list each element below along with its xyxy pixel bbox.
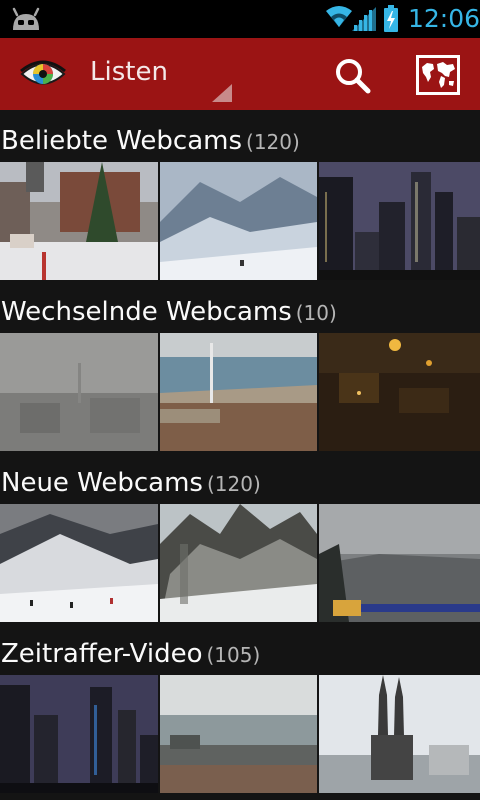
section-count: (10)	[295, 301, 337, 325]
section-count: (120)	[246, 130, 300, 154]
section-title: Neue Webcams	[1, 468, 203, 498]
section-title: Zeitraffer-Video	[1, 639, 203, 669]
list-title[interactable]: Listen	[90, 57, 168, 87]
section-popular-webcams: Beliebte Webcams (120)	[0, 110, 480, 280]
app-eye-logo-icon[interactable]	[20, 59, 66, 93]
section-header[interactable]: Beliebte Webcams (120)	[0, 110, 480, 162]
world-map-icon[interactable]	[416, 55, 460, 99]
section-header[interactable]: Zeitraffer-Video (105)	[0, 623, 480, 675]
webcam-thumbnail[interactable]	[319, 333, 480, 451]
wifi-icon	[326, 5, 352, 33]
webcam-thumbnail[interactable]	[160, 162, 317, 280]
section-count: (105)	[206, 643, 261, 667]
section-timelapse-video: Zeitraffer-Video (105)	[0, 623, 480, 793]
android-robot-icon	[10, 6, 42, 36]
section-changing-webcams: Wechselnde Webcams (10)	[0, 281, 480, 451]
webcam-thumbnail[interactable]	[0, 162, 158, 280]
dropdown-indicator-icon[interactable]	[212, 84, 232, 106]
battery-charging-icon	[383, 5, 399, 37]
section-title: Wechselnde Webcams	[1, 297, 292, 327]
webcam-thumbnail[interactable]	[319, 162, 480, 280]
webcam-thumbnail[interactable]	[0, 504, 158, 622]
webcam-thumbnail[interactable]	[319, 504, 480, 622]
section-count: (120)	[206, 472, 261, 496]
webcam-thumbnail[interactable]	[0, 333, 158, 451]
action-bar: Listen	[0, 38, 480, 110]
section-title: Beliebte Webcams	[1, 126, 243, 156]
status-clock: 12:06	[408, 4, 480, 33]
section-header[interactable]: Wechselnde Webcams (10)	[0, 281, 480, 333]
webcam-thumbnail[interactable]	[160, 504, 317, 622]
search-icon[interactable]	[334, 57, 372, 99]
section-header[interactable]: Neue Webcams (120)	[0, 452, 480, 504]
webcam-thumbnail[interactable]	[160, 333, 317, 451]
webcam-thumbnail[interactable]	[160, 675, 317, 793]
signal-icon	[352, 7, 376, 35]
section-new-webcams: Neue Webcams (120)	[0, 452, 480, 622]
webcam-thumbnail[interactable]	[319, 675, 480, 793]
webcam-thumbnail[interactable]	[0, 675, 158, 793]
status-bar: 12:06	[0, 0, 480, 38]
webcam-list: Beliebte Webcams (120) Wechselnde Webcam…	[0, 110, 480, 800]
